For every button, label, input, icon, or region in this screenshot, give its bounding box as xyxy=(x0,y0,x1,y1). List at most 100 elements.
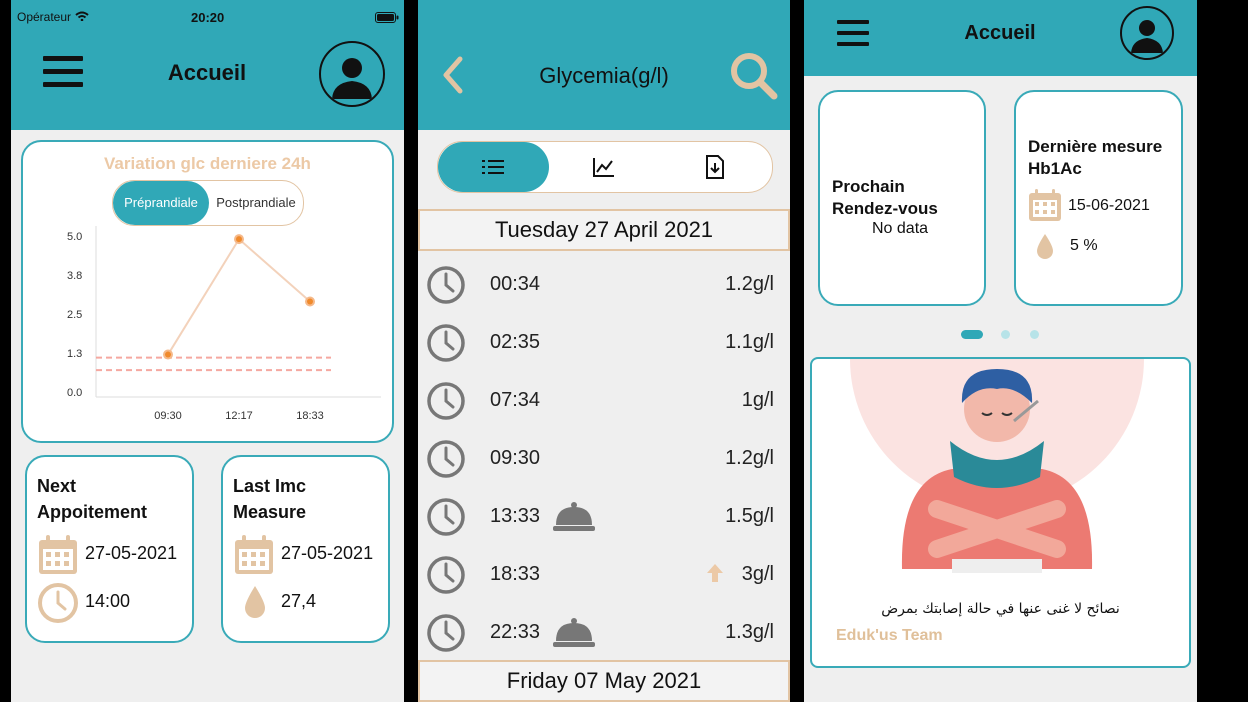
clock-icon xyxy=(427,440,465,478)
status-time: 20:20 xyxy=(191,10,225,25)
menu-icon[interactable] xyxy=(837,20,869,46)
row-time: 22:33 xyxy=(490,621,541,643)
glycemia-row[interactable]: 02:35 1.1g/l xyxy=(418,313,790,371)
user-silhouette-icon xyxy=(332,58,372,99)
page-title: Accueil xyxy=(167,60,247,85)
card-title-line2: Measure xyxy=(233,502,307,522)
phone-home-screen-alt: Accueil Prochain Rendez-vous No data Der… xyxy=(804,0,1197,702)
glycemia-line-chart: 5.0 3.8 2.5 1.3 0.0 09:30 12:17 18:33 xyxy=(67,226,381,422)
row-value: 1.1g/l xyxy=(725,331,774,353)
card-title-line2: Rendez-vous xyxy=(832,199,938,218)
glycemia-chart-card: Variation glc derniere 24h Préprandiale … xyxy=(21,140,394,443)
series-line xyxy=(167,237,311,356)
next-appointment-card[interactable]: Next Appoitement 27-05-2021 14:00 xyxy=(25,455,194,643)
wifi-icon xyxy=(75,11,89,21)
data-point xyxy=(165,351,171,358)
card-title-line2: Appoitement xyxy=(37,502,147,522)
clock-icon xyxy=(427,498,465,536)
health-tip-card[interactable]: نصائح لا غنى عنها في حالة إصابتك بمرض Ed… xyxy=(810,357,1191,668)
page-dot-active[interactable] xyxy=(961,330,983,339)
battery-icon xyxy=(375,12,399,23)
glycemia-row[interactable]: 09:30 1.2g/l xyxy=(418,429,790,487)
appointment-time: 14:00 xyxy=(85,591,131,611)
row-time: 00:34 xyxy=(490,273,541,295)
download-file-icon xyxy=(706,155,724,179)
row-value: 1.5g/l xyxy=(725,505,774,527)
sick-person-illustration xyxy=(850,359,1144,573)
data-point xyxy=(236,236,242,243)
card-title-line1: Dernière mesure xyxy=(1028,137,1163,156)
card-title-line1: Prochain xyxy=(832,177,905,196)
drop-icon xyxy=(1037,234,1053,259)
back-chevron-icon[interactable] xyxy=(440,56,466,94)
search-icon[interactable] xyxy=(728,50,780,102)
card-title: Last Imc Measure xyxy=(233,473,306,525)
phone-home-screen: Opérateur 20:20 Accueil Variation glc de… xyxy=(11,0,404,702)
row-time: 09:30 xyxy=(490,447,541,469)
card-title-line1: Last Imc xyxy=(233,476,307,496)
meal-bell-icon xyxy=(553,618,595,647)
row-time: 07:34 xyxy=(490,389,541,411)
view-tabs xyxy=(437,141,773,193)
glycemia-row[interactable]: 22:33 1.3g/l xyxy=(418,603,790,661)
tab-list[interactable] xyxy=(438,142,549,192)
calendar-icon xyxy=(39,535,77,574)
page-dot[interactable] xyxy=(1001,330,1010,339)
clock-icon xyxy=(427,556,465,594)
calendar-icon xyxy=(235,535,273,574)
row-value: 1.3g/l xyxy=(725,621,774,643)
menu-icon[interactable] xyxy=(43,56,83,87)
date-header: Friday 07 May 2021 xyxy=(418,660,790,702)
card-title: Prochain Rendez-vous xyxy=(832,176,938,220)
avatar[interactable] xyxy=(319,41,385,107)
y-tick-label: 2.5 xyxy=(67,309,82,321)
row-value: 1g/l xyxy=(741,389,774,411)
hb1ac-value: 5 % xyxy=(1070,237,1098,254)
date-header: Tuesday 27 April 2021 xyxy=(418,209,790,251)
phone-glycemia-screen: Glycemia(g/l) Tuesday 27 April 2021 00:3… xyxy=(418,0,790,702)
row-time: 13:33 xyxy=(490,505,541,527)
glycemia-row[interactable]: 07:34 1g/l xyxy=(418,371,790,429)
hb1ac-card[interactable]: Dernière mesure Hb1Ac 15-06-2021 5 % xyxy=(1014,90,1183,306)
clock-icon xyxy=(427,382,465,420)
y-tick-label: 1.3 xyxy=(67,348,82,360)
list-icon xyxy=(482,160,504,174)
glycemia-row[interactable]: 18:33 3g/l xyxy=(418,545,790,603)
drop-icon xyxy=(245,586,265,618)
hb1ac-date: 15-06-2021 xyxy=(1068,197,1150,214)
chart-icon xyxy=(593,158,614,177)
row-time: 02:35 xyxy=(490,331,541,353)
card-title: Dernière mesure Hb1Ac xyxy=(1028,136,1162,180)
x-tick-label: 18:33 xyxy=(296,410,324,422)
y-tick-label: 0.0 xyxy=(67,387,82,399)
next-appointment-card[interactable]: Prochain Rendez-vous No data xyxy=(818,90,986,306)
no-data-text: No data xyxy=(872,220,929,237)
card-title-line1: Next xyxy=(37,476,77,496)
y-tick-label: 3.8 xyxy=(67,270,82,282)
avatar[interactable] xyxy=(1120,6,1174,60)
glycemia-row[interactable]: 00:34 1.2g/l xyxy=(418,255,790,313)
tab-export[interactable] xyxy=(660,142,771,192)
page-title: Accueil xyxy=(964,22,1036,44)
clock-icon xyxy=(38,583,78,623)
clock-icon xyxy=(427,266,465,304)
tab-chart[interactable] xyxy=(549,142,660,192)
clock-icon xyxy=(427,614,465,652)
row-value: 1.2g/l xyxy=(725,273,774,295)
page-dot[interactable] xyxy=(1030,330,1039,339)
glycemia-row[interactable]: 13:33 1.5g/l xyxy=(418,487,790,545)
card-title: Next Appoitement xyxy=(37,473,147,525)
x-tick-label: 09:30 xyxy=(154,410,182,422)
last-imc-card[interactable]: Last Imc Measure 27-05-2021 27,4 xyxy=(221,455,390,643)
user-silhouette-icon xyxy=(1131,20,1163,53)
card-title-line2: Hb1Ac xyxy=(1028,159,1082,178)
imc-date: 27-05-2021 xyxy=(281,543,374,563)
arrow-up-icon xyxy=(707,564,723,582)
y-tick-label: 5.0 xyxy=(67,231,82,243)
status-carrier: Opérateur xyxy=(17,10,72,24)
meal-bell-icon xyxy=(553,502,595,531)
row-value: 3g/l xyxy=(741,563,774,585)
clock-icon xyxy=(427,324,465,362)
calendar-icon xyxy=(1029,189,1061,221)
x-tick-label: 12:17 xyxy=(225,410,253,422)
